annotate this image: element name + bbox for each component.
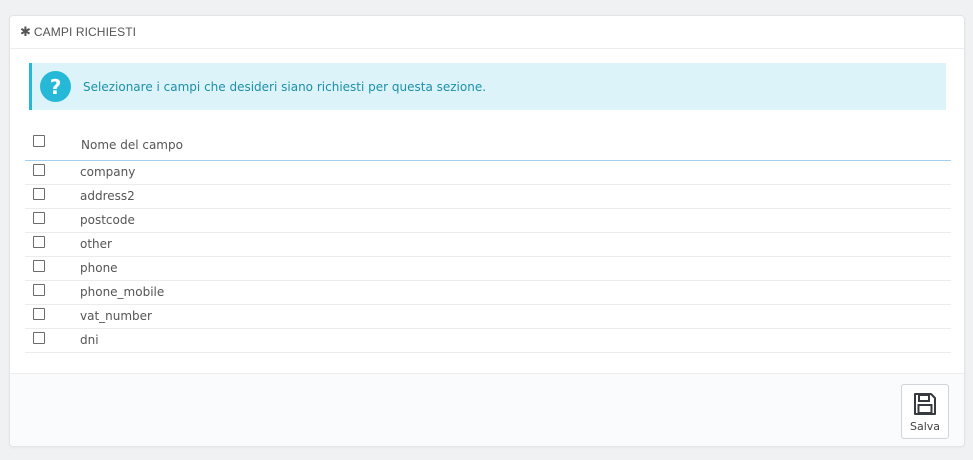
table-row: address2 [25,185,951,209]
table-row: postcode [25,209,951,233]
field-name: address2 [80,189,135,203]
alert-text: Selezionare i campi che desideri siano r… [83,79,487,94]
save-label: Salva [909,420,941,433]
row-checkbox[interactable] [33,260,45,272]
field-name: vat_number [80,309,152,323]
table-header: Nome del campo [25,126,951,161]
field-name: other [80,237,112,251]
row-checkbox[interactable] [33,284,45,296]
table-row: phone_mobile [25,281,951,305]
table-row: vat_number [25,305,951,329]
fields-table: Nome del campo company address2 postcode… [25,126,951,353]
table-row: phone [25,257,951,281]
row-checkbox[interactable] [33,308,45,320]
row-checkbox[interactable] [33,236,45,248]
select-all-checkbox[interactable] [33,135,45,147]
question-circle-icon: ? [40,71,71,102]
table-row: dni [25,329,951,353]
floppy-disk-icon [914,393,936,415]
field-name: phone_mobile [80,285,165,299]
row-checkbox[interactable] [33,212,45,224]
row-checkbox[interactable] [33,188,45,200]
panel-footer: Salva [10,373,964,446]
column-header-field-name: Nome del campo [81,138,183,152]
panel-title: CAMPI RICHIESTI [33,25,137,39]
required-fields-panel: ✱ CAMPI RICHIESTI ? Selezionare i campi … [9,15,965,447]
asterisk-icon: ✱ [20,24,31,40]
row-checkbox[interactable] [33,164,45,176]
table-row: company [25,161,951,185]
row-checkbox[interactable] [33,332,45,344]
field-name: dni [80,333,99,347]
field-name: company [80,165,136,179]
panel-heading: ✱ CAMPI RICHIESTI [10,16,964,49]
table-row: other [25,233,951,257]
info-alert: ? Selezionare i campi che desideri siano… [29,63,946,110]
field-name: phone [80,261,118,275]
save-button[interactable]: Salva [901,384,949,439]
field-name: postcode [80,213,135,227]
